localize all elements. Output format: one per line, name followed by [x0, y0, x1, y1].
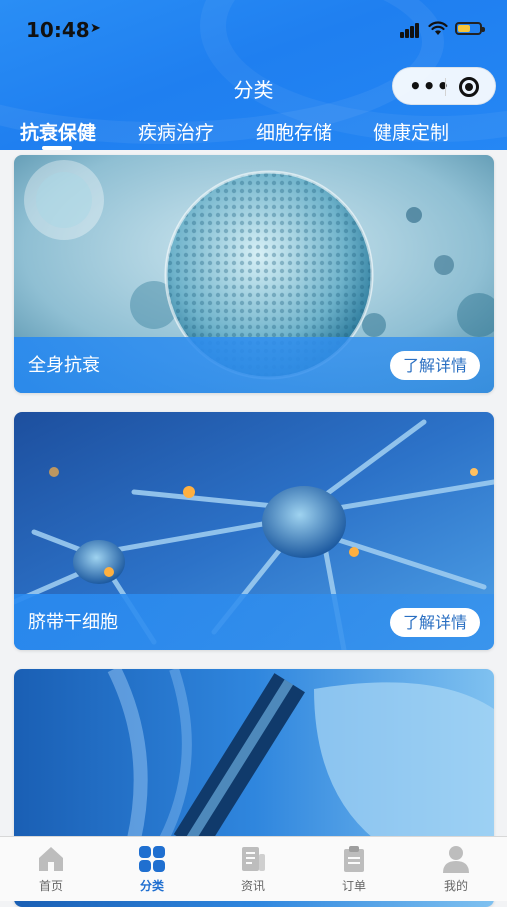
tabbar-item-home[interactable]: 首页	[21, 837, 81, 901]
tabbar-item-orders[interactable]: 订单	[324, 837, 384, 901]
status-bar: 10:48 ➤	[0, 0, 507, 60]
news-icon	[242, 847, 265, 871]
wifi-icon	[428, 21, 448, 35]
location-arrow-icon: ➤	[90, 21, 101, 36]
details-button[interactable]: 了解详情	[390, 608, 480, 637]
active-tab-indicator	[42, 146, 72, 150]
close-miniprogram-icon[interactable]	[459, 77, 479, 97]
category-card[interactable]: 全身抗衰 了解详情	[14, 155, 494, 393]
tab-health-custom[interactable]: 健康定制	[373, 118, 449, 145]
user-icon	[443, 846, 469, 873]
capsule-divider	[445, 78, 446, 96]
card-title: 全身抗衰	[28, 355, 100, 376]
home-icon	[39, 847, 63, 871]
category-tabs: 抗衰保健 疾病治疗 细胞存储 健康定制	[0, 118, 507, 150]
category-card[interactable]: 脐带干细胞 了解详情	[14, 412, 494, 650]
tabbar-item-news[interactable]: 资讯	[223, 837, 283, 901]
header: 10:48 ➤ 分类 ••• 抗衰保健 疾病治疗 细胞存储 健康定制	[0, 0, 507, 150]
tabbar-item-profile[interactable]: 我的	[426, 837, 486, 901]
tabbar-label: 我的	[443, 879, 468, 893]
tabbar-item-category[interactable]: 分类	[122, 837, 182, 901]
card-title: 脐带干细胞	[28, 612, 118, 633]
tab-disease-treatment[interactable]: 疾病治疗	[138, 118, 214, 145]
tab-cell-storage[interactable]: 细胞存储	[256, 118, 332, 145]
status-time: 10:48	[26, 18, 90, 42]
mini-program-capsule: •••	[392, 67, 496, 105]
tab-anti-aging[interactable]: 抗衰保健	[20, 118, 96, 145]
tabbar-label: 资讯	[240, 879, 265, 893]
grid-icon	[139, 846, 165, 872]
clipboard-icon	[344, 846, 364, 872]
tabbar-label: 订单	[341, 879, 366, 893]
tabbar-label: 分类	[139, 879, 164, 893]
battery-icon	[455, 22, 485, 35]
cellular-signal-icon	[400, 20, 422, 38]
details-button[interactable]: 了解详情	[390, 351, 480, 380]
bottom-tab-bar: 首页 分类 资讯 订单 我的	[0, 836, 507, 901]
tabbar-label: 首页	[38, 879, 63, 893]
